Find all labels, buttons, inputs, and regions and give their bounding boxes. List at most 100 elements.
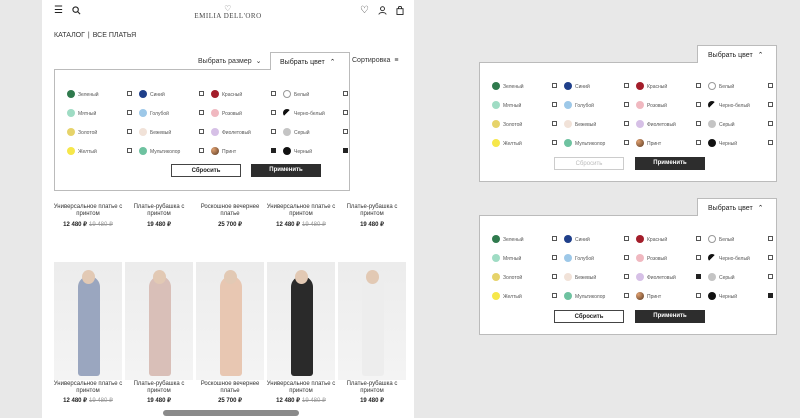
color-option[interactable]: Желтый bbox=[492, 290, 564, 309]
color-option-checkbox[interactable] bbox=[696, 293, 701, 298]
color-option-checkbox[interactable] bbox=[768, 121, 773, 126]
color-option-checkbox[interactable] bbox=[271, 110, 276, 115]
color-option[interactable]: Золотой bbox=[67, 126, 139, 145]
color-option[interactable]: Белый bbox=[283, 88, 355, 107]
color-option-checkbox[interactable] bbox=[696, 121, 701, 126]
color-option[interactable]: Мультиколор bbox=[564, 137, 636, 156]
color-option-checkbox[interactable] bbox=[624, 236, 629, 241]
search-icon[interactable] bbox=[72, 6, 81, 18]
color-option[interactable]: Принт bbox=[636, 137, 708, 156]
color-option-checkbox[interactable] bbox=[271, 148, 276, 153]
color-option[interactable]: Серый bbox=[708, 118, 780, 137]
color-option-checkbox[interactable] bbox=[343, 91, 348, 96]
color-option-checkbox[interactable] bbox=[552, 121, 557, 126]
color-option[interactable]: Серый bbox=[708, 271, 780, 290]
color-option[interactable]: Черный bbox=[283, 145, 355, 164]
color-option[interactable]: Зеленый bbox=[492, 233, 564, 252]
account-icon[interactable] bbox=[378, 6, 387, 18]
color-option-checkbox[interactable] bbox=[271, 129, 276, 134]
color-option-checkbox[interactable] bbox=[768, 83, 773, 88]
color-option-checkbox[interactable] bbox=[127, 129, 132, 134]
product-title[interactable]: Универсальное платье с принтом bbox=[266, 381, 336, 395]
color-option-checkbox[interactable] bbox=[624, 140, 629, 145]
color-option[interactable]: Красный bbox=[211, 88, 283, 107]
product-title[interactable]: Платье-рубашка с принтом bbox=[124, 381, 194, 395]
color-option[interactable]: Голубой bbox=[564, 252, 636, 271]
color-option-checkbox[interactable] bbox=[343, 110, 348, 115]
color-option-checkbox[interactable] bbox=[768, 102, 773, 107]
color-option[interactable]: Черный bbox=[708, 137, 780, 156]
apply-button[interactable]: Применить bbox=[635, 157, 705, 170]
color-option[interactable]: Розовый bbox=[636, 252, 708, 271]
apply-button[interactable]: Применить bbox=[251, 164, 321, 177]
color-option-checkbox[interactable] bbox=[271, 91, 276, 96]
color-option[interactable]: Фиолетовый bbox=[636, 118, 708, 137]
color-option[interactable]: Черно-белый bbox=[283, 107, 355, 126]
color-option[interactable]: Бежевый bbox=[564, 271, 636, 290]
apply-button[interactable]: Применить bbox=[635, 310, 705, 323]
color-option[interactable]: Синий bbox=[564, 233, 636, 252]
color-option-checkbox[interactable] bbox=[696, 102, 701, 107]
color-option-checkbox[interactable] bbox=[768, 274, 773, 279]
product-image[interactable] bbox=[54, 262, 122, 380]
color-option[interactable]: Принт bbox=[636, 290, 708, 309]
color-option[interactable]: Мятный bbox=[67, 107, 139, 126]
reset-button[interactable]: Сбросить bbox=[554, 157, 624, 170]
color-option-checkbox[interactable] bbox=[127, 91, 132, 96]
color-option-checkbox[interactable] bbox=[552, 293, 557, 298]
color-option-checkbox[interactable] bbox=[768, 140, 773, 145]
color-option[interactable]: Мятный bbox=[492, 99, 564, 118]
color-option[interactable]: Розовый bbox=[636, 99, 708, 118]
product-image[interactable] bbox=[267, 262, 335, 380]
color-option-checkbox[interactable] bbox=[552, 255, 557, 260]
color-option-checkbox[interactable] bbox=[199, 91, 204, 96]
color-option[interactable]: Синий bbox=[139, 88, 211, 107]
horizontal-scrollbar[interactable] bbox=[163, 410, 299, 416]
color-option-checkbox[interactable] bbox=[768, 293, 773, 298]
product-title[interactable]: Роскошное вечернее платье bbox=[195, 381, 265, 395]
color-option-checkbox[interactable] bbox=[624, 274, 629, 279]
color-filter-tab-top[interactable]: Выбрать цвет ⌃ bbox=[697, 45, 777, 63]
color-option[interactable]: Голубой bbox=[139, 107, 211, 126]
color-option-checkbox[interactable] bbox=[552, 236, 557, 241]
color-option-checkbox[interactable] bbox=[696, 140, 701, 145]
color-option-checkbox[interactable] bbox=[199, 129, 204, 134]
color-option[interactable]: Золотой bbox=[492, 271, 564, 290]
color-option[interactable]: Бежевый bbox=[139, 126, 211, 145]
color-option[interactable]: Серый bbox=[283, 126, 355, 145]
color-option-checkbox[interactable] bbox=[624, 121, 629, 126]
color-option[interactable]: Принт bbox=[211, 145, 283, 164]
color-option-checkbox[interactable] bbox=[127, 110, 132, 115]
color-option-checkbox[interactable] bbox=[768, 236, 773, 241]
color-option-checkbox[interactable] bbox=[199, 148, 204, 153]
product-image[interactable] bbox=[338, 262, 406, 380]
color-option[interactable]: Зеленый bbox=[67, 88, 139, 107]
product-title[interactable]: Платье-рубашка с принтом bbox=[124, 204, 194, 218]
product-title[interactable]: Универсальное платье с принтом bbox=[53, 204, 123, 218]
color-option[interactable]: Желтый bbox=[67, 145, 139, 164]
color-option-checkbox[interactable] bbox=[624, 255, 629, 260]
bag-icon[interactable] bbox=[396, 5, 404, 18]
color-option[interactable]: Золотой bbox=[492, 118, 564, 137]
color-option[interactable]: Синий bbox=[564, 80, 636, 99]
color-filter-tab-bottom[interactable]: Выбрать цвет ⌃ bbox=[697, 198, 777, 216]
menu-icon[interactable]: ☰ bbox=[54, 6, 63, 16]
color-option[interactable]: Красный bbox=[636, 80, 708, 99]
color-filter-tab[interactable]: Выбрать цвет ⌃ bbox=[270, 52, 350, 70]
color-option-checkbox[interactable] bbox=[552, 274, 557, 279]
color-option[interactable]: Розовый bbox=[211, 107, 283, 126]
color-option-checkbox[interactable] bbox=[552, 83, 557, 88]
color-option[interactable]: Черно-белый bbox=[708, 252, 780, 271]
product-title[interactable]: Универсальное платье с принтом bbox=[53, 381, 123, 395]
color-option-checkbox[interactable] bbox=[624, 102, 629, 107]
brand-logo[interactable]: ♡ EMILIA DELL'ORO bbox=[188, 5, 268, 21]
color-option-checkbox[interactable] bbox=[199, 110, 204, 115]
sort-control[interactable]: Сортировка ≡ bbox=[352, 57, 398, 64]
color-option[interactable]: Красный bbox=[636, 233, 708, 252]
breadcrumb-catalog[interactable]: КАТАЛОГ bbox=[54, 32, 85, 39]
color-option[interactable]: Белый bbox=[708, 233, 780, 252]
color-option-checkbox[interactable] bbox=[696, 255, 701, 260]
color-option[interactable]: Черно-белый bbox=[708, 99, 780, 118]
color-option[interactable]: Желтый bbox=[492, 137, 564, 156]
color-option-checkbox[interactable] bbox=[552, 140, 557, 145]
